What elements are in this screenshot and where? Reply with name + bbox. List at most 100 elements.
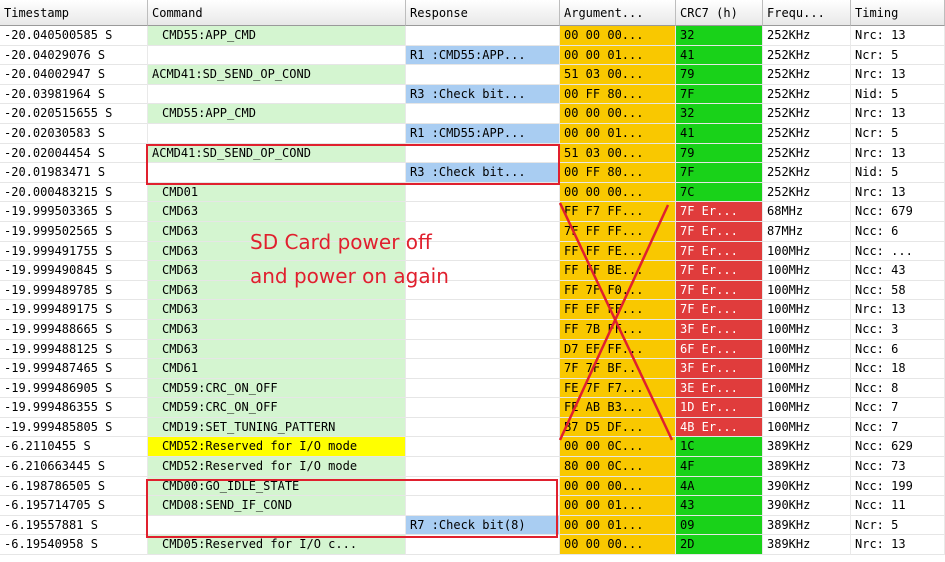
argument-cell: B7 D5 DF...: [560, 417, 676, 438]
timing-cell: Ncc: 6: [851, 221, 945, 242]
table-row[interactable]: -20.000483215 S CMD01 00 00 00... 7C 252KHz N…: [0, 182, 945, 203]
crc7-cell: 7F Er...: [676, 300, 763, 320]
table-row[interactable]: -20.02030583 S R1 :CMD55:APP... 00 00 01..…: [0, 123, 945, 144]
argument-cell: 00 00 00...: [560, 26, 676, 46]
timestamp-cell: -6.195714705 S: [0, 496, 148, 516]
response-cell: [406, 339, 560, 360]
timing-cell: Ncc: 199: [851, 476, 945, 497]
table-row[interactable]: -19.999490845 S CMD63 FF FF BE... 7F Er... 1…: [0, 261, 945, 281]
argument-cell: FE 7F F7...: [560, 378, 676, 399]
table-row[interactable]: -19.999488125 S CMD63 D7 EF FF... 6F Er... 1…: [0, 339, 945, 360]
timing-cell: Ncc: 6: [851, 339, 945, 360]
response-cell: R1 :CMD55:APP...: [406, 123, 560, 144]
argument-cell: FF FF BE...: [560, 261, 676, 281]
column-header-timing[interactable]: Timing: [851, 0, 945, 26]
timing-cell: Ncc: 7: [851, 398, 945, 418]
table-row[interactable]: -20.040500585 S CMD55:APP_CMD 00 00 00... 3…: [0, 26, 945, 46]
table-row[interactable]: -6.2110455 S CMD52:Reserved for I/O mode 0…: [0, 437, 945, 458]
table-row[interactable]: -19.999502565 S CMD63 7F FF FF... 7F Er... 8…: [0, 221, 945, 242]
table-row[interactable]: -20.04002947 S ACMD41:SD_SEND_OP_COND 51 0…: [0, 65, 945, 85]
argument-cell: 00 00 00...: [560, 535, 676, 556]
crc7-cell: 3E Er...: [676, 378, 763, 399]
timestamp-cell: -20.04029076 S: [0, 45, 148, 66]
column-header-crc7[interactable]: CRC7 (h): [676, 0, 763, 26]
timestamp-cell: -19.999485805 S: [0, 417, 148, 438]
argument-cell: 00 00 0C...: [560, 437, 676, 458]
crc7-cell: 7F Er...: [676, 221, 763, 242]
timing-cell: Nrc: 13: [851, 65, 945, 85]
table-row[interactable]: -19.999486905 S CMD59:CRC_ON_OFF FE 7F F7.…: [0, 378, 945, 399]
table-row[interactable]: -20.04029076 S R1 :CMD55:APP... 00 00 01..…: [0, 45, 945, 66]
frequency-cell: 100MHz: [763, 417, 851, 438]
response-cell: [406, 65, 560, 85]
argument-cell: 51 03 00...: [560, 65, 676, 85]
annotation-line-2: and power on again: [250, 264, 449, 288]
command-cell: CMD63: [148, 202, 406, 222]
command-cell: CMD63: [148, 300, 406, 320]
crc7-cell: 41: [676, 45, 763, 66]
timing-cell: Ncc: 8: [851, 378, 945, 399]
timing-cell: Ncc: 58: [851, 280, 945, 301]
table-row[interactable]: -20.020515655 S CMD55:APP_CMD 00 00 00... 3…: [0, 104, 945, 124]
frequency-cell: 100MHz: [763, 319, 851, 340]
argument-cell: FF FF FE...: [560, 241, 676, 262]
protocol-trace-table: Timestamp Command Response Argument... C…: [0, 0, 945, 556]
timestamp-cell: -19.999489175 S: [0, 300, 148, 320]
table-row[interactable]: -19.999487465 S CMD61 7F 7F BF... 3F Er... 1…: [0, 359, 945, 379]
frequency-cell: 252KHz: [763, 26, 851, 46]
crc7-cell: 4A: [676, 476, 763, 497]
column-header-command[interactable]: Command: [148, 0, 406, 26]
argument-cell: FF EF FF...: [560, 300, 676, 320]
timing-cell: Ncc: 18: [851, 359, 945, 379]
table-row[interactable]: -6.19540958 S CMD05:Reserved for I/O c...…: [0, 535, 945, 556]
frequency-cell: 87MHz: [763, 221, 851, 242]
crc7-cell: 4F: [676, 457, 763, 477]
crc7-cell: 32: [676, 26, 763, 46]
column-header-response[interactable]: Response: [406, 0, 560, 26]
response-cell: [406, 437, 560, 458]
table-row[interactable]: -19.999489175 S CMD63 FF EF FF... 7F Er... 1…: [0, 300, 945, 320]
column-header-frequency[interactable]: Frequ...: [763, 0, 851, 26]
timestamp-cell: -6.19557881 S: [0, 515, 148, 536]
frequency-cell: 252KHz: [763, 163, 851, 183]
response-cell: R1 :CMD55:APP...: [406, 45, 560, 66]
argument-cell: 80 00 0C...: [560, 457, 676, 477]
argument-cell: FF 7B FF...: [560, 319, 676, 340]
crc7-cell: 7F: [676, 84, 763, 105]
crc7-cell: 3F Er...: [676, 319, 763, 340]
crc7-cell: 6F Er...: [676, 339, 763, 360]
table-body: -20.040500585 S CMD55:APP_CMD 00 00 00... 3…: [0, 26, 945, 556]
timing-cell: Ncc: 43: [851, 261, 945, 281]
table-row[interactable]: -19.999489785 S CMD63 FF 7F F0... 7F Er... 1…: [0, 280, 945, 301]
response-cell: [406, 300, 560, 320]
command-cell: CMD19:SET_TUNING_PATTERN: [148, 417, 406, 438]
crc7-cell: 32: [676, 104, 763, 124]
table-row[interactable]: -20.03981964 S R3 :Check bit... 00 FF 80..…: [0, 84, 945, 105]
command-cell: CMD52:Reserved for I/O mode: [148, 437, 406, 458]
frequency-cell: 68MHz: [763, 202, 851, 222]
timing-cell: Ncc: 73: [851, 457, 945, 477]
table-row[interactable]: -19.999486355 S CMD59:CRC_ON_OFF FE AB B3.…: [0, 398, 945, 418]
frequency-cell: 252KHz: [763, 65, 851, 85]
command-cell: CMD05:Reserved for I/O c...: [148, 535, 406, 556]
frequency-cell: 252KHz: [763, 182, 851, 203]
table-header: Timestamp Command Response Argument... C…: [0, 0, 945, 26]
frequency-cell: 100MHz: [763, 241, 851, 262]
argument-cell: FF 7F F0...: [560, 280, 676, 301]
timing-cell: Ncc: ...: [851, 241, 945, 262]
table-row[interactable]: -19.999485805 S CMD19:SET_TUNING_PATTERN B…: [0, 417, 945, 438]
timestamp-cell: -20.02004454 S: [0, 143, 148, 164]
table-row[interactable]: -19.999488665 S CMD63 FF 7B FF... 3F Er... 1…: [0, 319, 945, 340]
timing-cell: Nrc: 13: [851, 300, 945, 320]
column-header-argument[interactable]: Argument...: [560, 0, 676, 26]
argument-cell: 00 00 01...: [560, 515, 676, 536]
table-row[interactable]: -19.999503365 S CMD63 FF F7 FF... 7F Er... 6…: [0, 202, 945, 222]
frequency-cell: 252KHz: [763, 104, 851, 124]
column-header-timestamp[interactable]: Timestamp: [0, 0, 148, 26]
crc7-cell: 7F Er...: [676, 202, 763, 222]
timestamp-cell: -6.198786505 S: [0, 476, 148, 497]
response-cell: [406, 182, 560, 203]
table-row[interactable]: -19.999491755 S CMD63 FF FF FE... 7F Er... 1…: [0, 241, 945, 262]
argument-cell: 00 FF 80...: [560, 84, 676, 105]
table-row[interactable]: -6.210663445 S CMD52:Reserved for I/O mod…: [0, 457, 945, 477]
